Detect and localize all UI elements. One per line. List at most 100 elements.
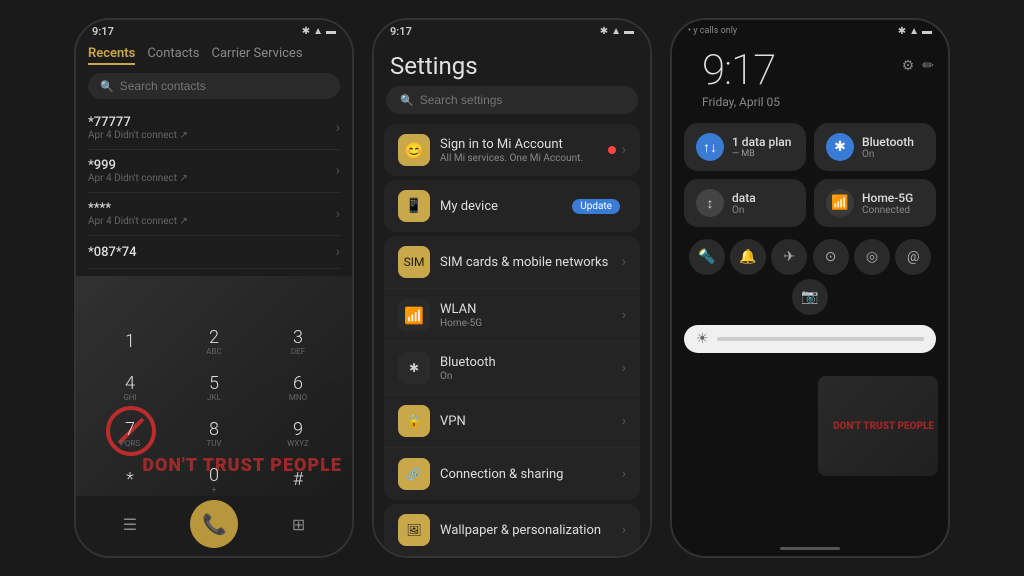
bt-sublabel: On — [440, 371, 622, 382]
status-time-1: 9:17 — [92, 25, 114, 38]
battery-icon: ▬ — [326, 26, 336, 37]
chevron-icon: › — [622, 522, 626, 538]
mobile-data-icon: ↕ — [696, 189, 724, 217]
qs-tile-mobile-info: data On — [732, 191, 794, 216]
dialpad-key-2[interactable]: 2ABC — [186, 322, 242, 362]
call-button[interactable]: 📞 — [190, 500, 238, 548]
bell-icon[interactable]: 🔔 — [730, 239, 766, 275]
qs-tile-mobile-data[interactable]: ↕ data On — [684, 179, 806, 227]
qs-tile-wifi-info: Home-5G Connected — [862, 191, 924, 216]
call-item[interactable]: **** Apr 4 Didn't connect ↗ › — [88, 193, 340, 236]
dialpad-key-star[interactable]: * — [102, 460, 158, 500]
search-icon: 🔍 — [100, 80, 114, 93]
location-icon[interactable]: ◎ — [854, 239, 890, 275]
contacts-search-bar[interactable]: 🔍 — [88, 73, 340, 99]
mi-account-icon: 😊 — [398, 134, 430, 166]
status-bar-2: 9:17 ✱ ▲ ▬ — [374, 20, 650, 42]
wifi-tile-label: Home-5G — [862, 191, 924, 205]
mobile-data-status: On — [732, 205, 794, 216]
bt-tile-status: On — [862, 149, 924, 160]
dialpad-key-4[interactable]: 4GHI — [102, 368, 158, 408]
settings-item-mi-account[interactable]: 😊 Sign in to Mi Account All Mi services.… — [384, 124, 640, 176]
settings-gear-icon[interactable]: ⚙ — [902, 58, 915, 74]
wallpaper-icon: 🖼 — [398, 514, 430, 546]
dialpad-key-9[interactable]: 9WXYZ — [270, 414, 326, 454]
dialpad-key-6[interactable]: 6MNO — [270, 368, 326, 408]
phone-quick-settings: • y calls only ✱ ▲ ▬ 9:17 Friday, April … — [670, 18, 950, 558]
settings-item-wlan[interactable]: 📶 WLAN Home-5G › — [384, 289, 640, 342]
chevron-icon: › — [622, 142, 626, 158]
signal-icon-qs: ▲ — [909, 26, 919, 37]
settings-item-connection[interactable]: 🔗 Connection & sharing › — [384, 448, 640, 500]
dialpad-icon[interactable]: ⊞ — [292, 515, 305, 534]
qs-tile-wifi[interactable]: 📶 Home-5G Connected — [814, 179, 936, 227]
dialpad-key-3[interactable]: 3DEF — [270, 322, 326, 362]
tab-contacts[interactable]: Contacts — [147, 46, 199, 65]
settings-item-sim[interactable]: SIM SIM cards & mobile networks › — [384, 236, 640, 289]
at-icon[interactable]: @ — [895, 239, 931, 275]
call-info: *999 Apr 4 Didn't connect ↗ — [88, 158, 188, 184]
settings-item-wallpaper[interactable]: 🖼 Wallpaper & personalization › — [384, 504, 640, 556]
airplane-icon[interactable]: ✈ — [771, 239, 807, 275]
call-date: Apr 4 Didn't connect ↗ — [88, 173, 188, 184]
dialpad-key-1[interactable]: 1 — [102, 322, 158, 362]
dialpad-row: 7PQRS 8TUV 9WXYZ — [88, 414, 340, 454]
call-item[interactable]: *087*74 › — [88, 236, 340, 269]
call-date: Apr 4 Didn't connect ↗ — [88, 216, 188, 227]
qs-tile-data[interactable]: ↑↓ 1 data plan — MB — [684, 123, 806, 171]
settings-section-account: 😊 Sign in to Mi Account All Mi services.… — [384, 124, 640, 176]
dialpad-key-7[interactable]: 7PQRS — [102, 414, 158, 454]
phone-dialer: 9:17 ✱ ▲ ▬ Recents Contacts Carrier Serv… — [74, 18, 354, 558]
flashlight-icon[interactable]: 🔦 — [689, 239, 725, 275]
bottom-bar: ☰ 📞 ⊞ — [76, 500, 352, 548]
call-item[interactable]: *999 Apr 4 Didn't connect ↗ › — [88, 150, 340, 193]
qs-tile-bt-info: Bluetooth On — [862, 135, 924, 160]
edit-icon[interactable]: ✏ — [922, 58, 934, 74]
contacts-search-input[interactable] — [120, 79, 328, 93]
settings-item-my-device[interactable]: 📱 My device Update — [384, 180, 640, 232]
status-bar-1: 9:17 ✱ ▲ ▬ — [76, 20, 352, 42]
dialpad-key-8[interactable]: 8TUV — [186, 414, 242, 454]
chevron-icon: › — [622, 360, 626, 376]
dialpad-key-5[interactable]: 5JKL — [186, 368, 242, 408]
settings-section-network: SIM SIM cards & mobile networks › 📶 WLAN… — [384, 236, 640, 500]
dialpad-row: * 0+ # — [88, 460, 340, 500]
status-icons-3: ✱ ▲ ▬ — [898, 26, 932, 37]
focus-icon[interactable]: ⊙ — [813, 239, 849, 275]
wlan-sublabel: Home-5G — [440, 318, 622, 329]
camera-icon[interactable]: 📷 — [792, 279, 828, 315]
call-number: *087*74 — [88, 245, 136, 260]
dialpad-key-0[interactable]: 0+ — [186, 460, 242, 500]
dialpad-key-hash[interactable]: # — [270, 460, 326, 500]
data-plan-label: 1 data plan — [732, 135, 794, 149]
wallpaper-label: Wallpaper & personalization — [440, 523, 622, 538]
update-badge: Update — [572, 199, 620, 214]
menu-icon[interactable]: ☰ — [123, 515, 137, 534]
bt-tile-label: Bluetooth — [862, 135, 924, 149]
call-list: *77777 Apr 4 Didn't connect ↗ › *999 Apr… — [76, 107, 352, 269]
brightness-icon: ☀ — [696, 331, 709, 347]
device-icon: 📱 — [398, 190, 430, 222]
qs-tile-bluetooth[interactable]: ✱ Bluetooth On — [814, 123, 936, 171]
dialpad-row: 1 2ABC 3DEF — [88, 322, 340, 362]
vpn-icon: 🔒 — [398, 405, 430, 437]
settings-search-input[interactable] — [420, 93, 624, 107]
sim-label: SIM cards & mobile networks — [440, 255, 622, 270]
signal-icon2: ▲ — [611, 26, 621, 37]
tab-recents[interactable]: Recents — [88, 46, 135, 65]
settings-search-bar[interactable]: 🔍 — [386, 86, 638, 114]
settings-item-bluetooth[interactable]: ✱ Bluetooth On › — [384, 342, 640, 395]
dialpad: 1 2ABC 3DEF 4GHI 5JKL 6MNO 7PQRS 8TUV 9W… — [76, 322, 352, 506]
chevron-icon: › — [336, 206, 340, 222]
bt-icon: ✱ — [398, 352, 430, 384]
brightness-slider-container[interactable]: ☀ — [684, 325, 936, 353]
bt-icon-qs: ✱ — [898, 26, 906, 37]
settings-title: Settings — [374, 42, 650, 86]
settings-item-vpn[interactable]: 🔒 VPN › — [384, 395, 640, 448]
qs-tiles-grid: ↑↓ 1 data plan — MB ✱ Bluetooth On ↕ dat… — [672, 117, 948, 233]
notification-dot — [608, 146, 616, 154]
call-info: **** Apr 4 Didn't connect ↗ — [88, 201, 188, 227]
call-item[interactable]: *77777 Apr 4 Didn't connect ↗ › — [88, 107, 340, 150]
tab-carrier-services[interactable]: Carrier Services — [212, 46, 303, 65]
status-icons-1: ✱ ▲ ▬ — [302, 26, 336, 37]
